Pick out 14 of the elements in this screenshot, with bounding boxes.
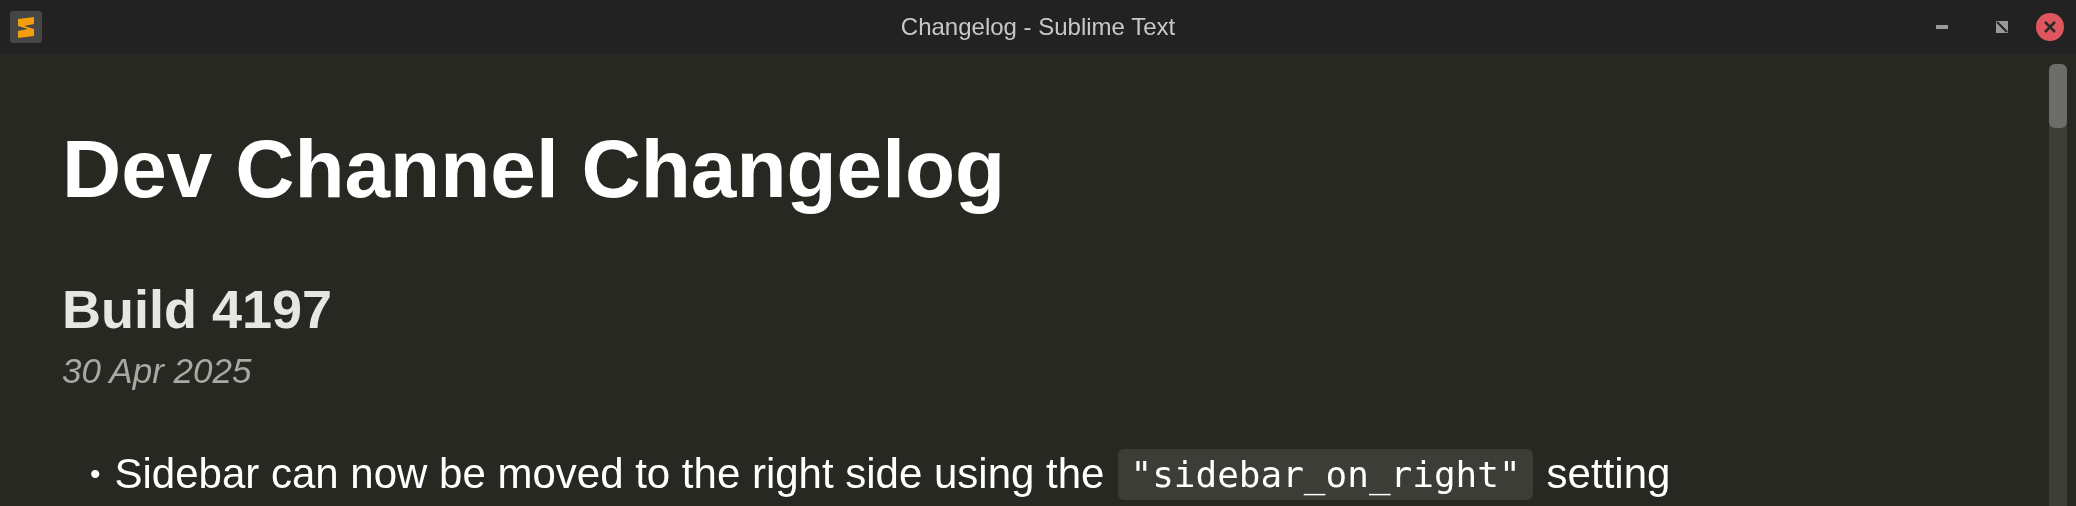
date-text: 30 Apr 2025 bbox=[62, 352, 252, 391]
bullet-text: setting bbox=[1546, 448, 1671, 499]
app-logo-icon bbox=[10, 11, 42, 43]
scrollbar[interactable] bbox=[2049, 64, 2067, 506]
close-icon bbox=[2044, 21, 2056, 33]
section-heading: Build 4197 bbox=[62, 282, 333, 336]
close-button[interactable] bbox=[2036, 13, 2064, 41]
restore-icon bbox=[1996, 21, 2008, 33]
window-title: Changelog - Sublime Text bbox=[900, 12, 1176, 42]
inline-code: "sidebar_on_right" bbox=[1118, 448, 1533, 500]
bullet-text: Sidebar can now be moved to the right side using the bbox=[114, 448, 1105, 499]
minimize-icon bbox=[1936, 25, 1948, 29]
scrollbar-thumb[interactable] bbox=[2049, 64, 2067, 128]
bullet-mark: • bbox=[90, 456, 101, 493]
